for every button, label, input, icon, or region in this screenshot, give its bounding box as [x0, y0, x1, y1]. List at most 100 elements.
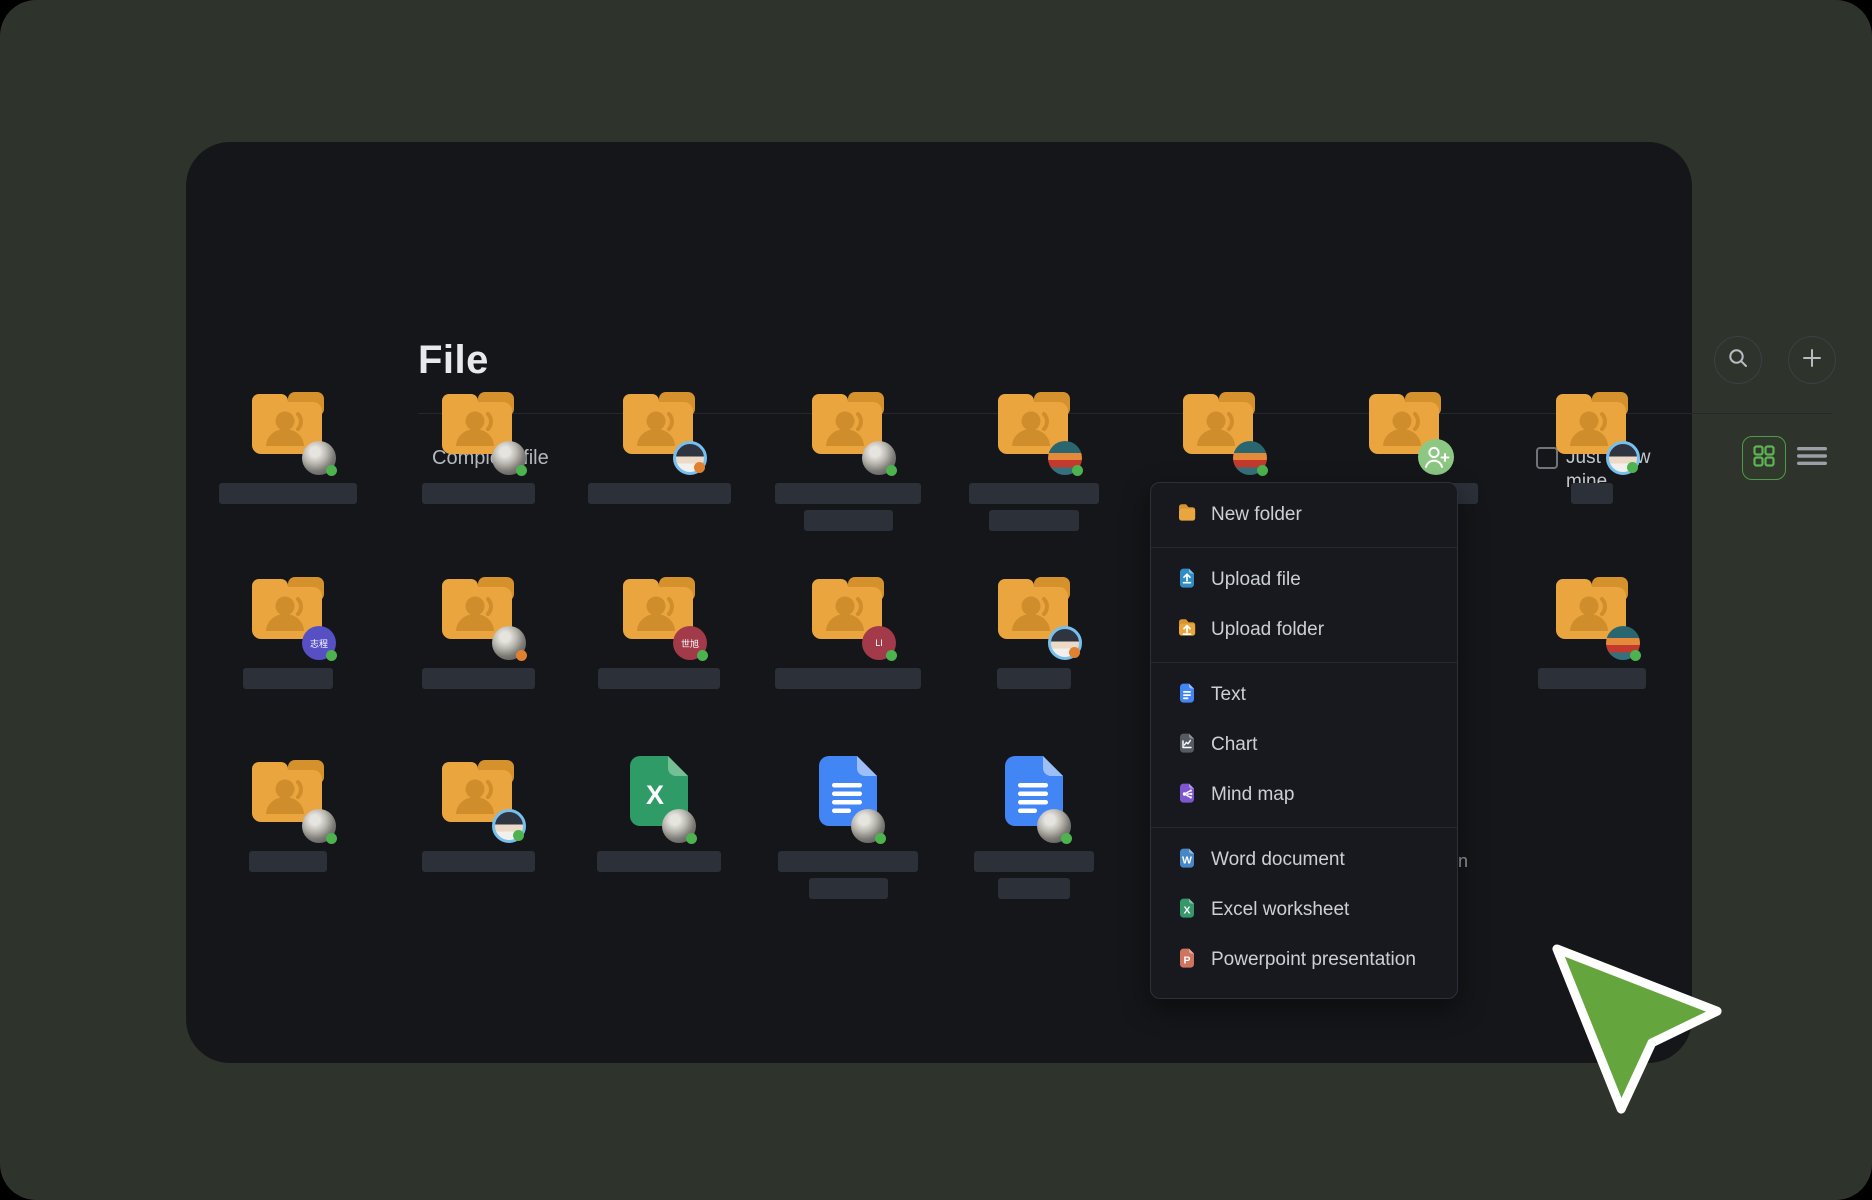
menu-item-new-folder[interactable]: New folder — [1151, 490, 1457, 540]
filename-placeholder — [249, 851, 327, 872]
owner-avatar — [302, 809, 336, 843]
status-dot — [326, 650, 337, 661]
upload-folder-icon — [1177, 616, 1197, 645]
menu-item-label: Excel worksheet — [1211, 899, 1349, 921]
owner-avatar — [1606, 626, 1640, 660]
filename-placeholder — [597, 851, 721, 872]
svg-text:X: X — [1183, 904, 1190, 916]
menu-item-excel[interactable]: X Excel worksheet — [1151, 885, 1457, 935]
filename-placeholder — [422, 483, 535, 504]
svg-text:P: P — [1183, 954, 1190, 966]
menu-group: Upload file Upload folder — [1151, 547, 1457, 662]
status-dot — [697, 650, 708, 661]
filename-placeholder — [997, 668, 1071, 689]
filename-placeholder — [1571, 483, 1613, 504]
menu-item-upload-file[interactable]: Upload file — [1151, 555, 1457, 605]
grid-view-button[interactable] — [1742, 436, 1786, 480]
owner-avatar — [1048, 626, 1082, 660]
filename-placeholder — [422, 668, 535, 689]
folder-tile[interactable] — [194, 388, 382, 540]
text-icon — [1177, 681, 1197, 710]
menu-item-ppt[interactable]: P Powerpoint presentation — [1151, 935, 1457, 985]
folder-tile[interactable]: 志程 — [194, 573, 382, 725]
filename-placeholder — [775, 483, 921, 504]
doc-file-tile[interactable] — [940, 756, 1128, 908]
owner-avatar: LI — [862, 626, 896, 660]
new-folder-icon — [1177, 501, 1197, 530]
menu-group: New folder — [1151, 483, 1457, 547]
filename-placeholder — [588, 483, 731, 504]
folder-tile[interactable] — [194, 756, 382, 908]
filename-placeholder — [1538, 668, 1646, 689]
excel-icon: X — [1177, 896, 1197, 925]
filename-placeholder — [974, 851, 1094, 872]
menu-item-label: Mind map — [1211, 784, 1294, 806]
filename-placeholder — [998, 878, 1070, 899]
owner-avatar — [1233, 441, 1267, 475]
folder-tile[interactable] — [384, 388, 572, 540]
owner-avatar — [1606, 441, 1640, 475]
excel-file-tile[interactable]: X — [565, 756, 753, 908]
menu-item-word[interactable]: WWord document — [1151, 835, 1457, 885]
owner-avatar — [662, 809, 696, 843]
folder-tile[interactable] — [565, 388, 753, 540]
folder-tile[interactable]: 世旭 — [565, 573, 753, 725]
list-view-icon — [1797, 445, 1827, 472]
status-dot — [516, 650, 527, 661]
owner-avatar — [302, 441, 336, 475]
filename-placeholder — [989, 510, 1079, 531]
filename-placeholder — [804, 510, 893, 531]
member-add-badge — [1418, 439, 1454, 475]
status-dot — [513, 830, 524, 841]
svg-text:X: X — [646, 780, 664, 810]
status-dot — [694, 462, 705, 473]
filename-placeholder — [219, 483, 357, 504]
status-dot — [875, 833, 886, 844]
cursor-arrow — [1548, 940, 1728, 1125]
status-dot — [886, 465, 897, 476]
status-dot — [1257, 465, 1268, 476]
filename-placeholder — [775, 668, 921, 689]
search-button[interactable] — [1714, 336, 1762, 384]
owner-avatar: 志程 — [302, 626, 336, 660]
chart-icon — [1177, 731, 1197, 760]
obscured-text-fragment: n — [1458, 851, 1468, 872]
folder-tile[interactable] — [384, 756, 572, 908]
owner-avatar — [492, 441, 526, 475]
menu-item-label: Powerpoint presentation — [1211, 949, 1416, 971]
doc-file-tile[interactable] — [754, 756, 942, 908]
status-dot — [1630, 650, 1641, 661]
list-view-button[interactable] — [1794, 445, 1830, 471]
folder-tile[interactable] — [754, 388, 942, 540]
menu-item-label: New folder — [1211, 504, 1302, 526]
menu-item-upload-folder[interactable]: Upload folder — [1151, 605, 1457, 655]
menu-item-label: Upload file — [1211, 569, 1301, 591]
folder-tile[interactable] — [940, 573, 1128, 725]
add-button[interactable] — [1788, 336, 1836, 384]
mindmap-icon — [1177, 781, 1197, 810]
menu-item-label: Upload folder — [1211, 619, 1324, 641]
page-title: File — [418, 338, 489, 383]
status-dot — [1069, 647, 1080, 658]
filename-placeholder — [422, 851, 535, 872]
menu-group: WWord document X Excel worksheet P Powerpo… — [1151, 827, 1457, 992]
grid-view-icon — [1751, 443, 1777, 474]
status-dot — [516, 465, 527, 476]
folder-tile[interactable] — [1498, 573, 1686, 725]
status-dot — [686, 833, 697, 844]
folder-tile[interactable] — [940, 388, 1128, 540]
folder-tile[interactable] — [1498, 388, 1686, 540]
folder-tile[interactable]: LI — [754, 573, 942, 725]
owner-avatar: 世旭 — [673, 626, 707, 660]
owner-avatar — [1037, 809, 1071, 843]
owner-avatar — [1048, 441, 1082, 475]
menu-item-mindmap[interactable]: Mind map — [1151, 770, 1457, 820]
status-dot — [886, 650, 897, 661]
search-icon — [1726, 346, 1750, 375]
folder-tile[interactable] — [384, 573, 572, 725]
svg-text:W: W — [1182, 854, 1192, 866]
filename-placeholder — [243, 668, 333, 689]
menu-item-chart[interactable]: Chart — [1151, 720, 1457, 770]
menu-item-text[interactable]: Text — [1151, 670, 1457, 720]
menu-item-label: Text — [1211, 684, 1246, 706]
